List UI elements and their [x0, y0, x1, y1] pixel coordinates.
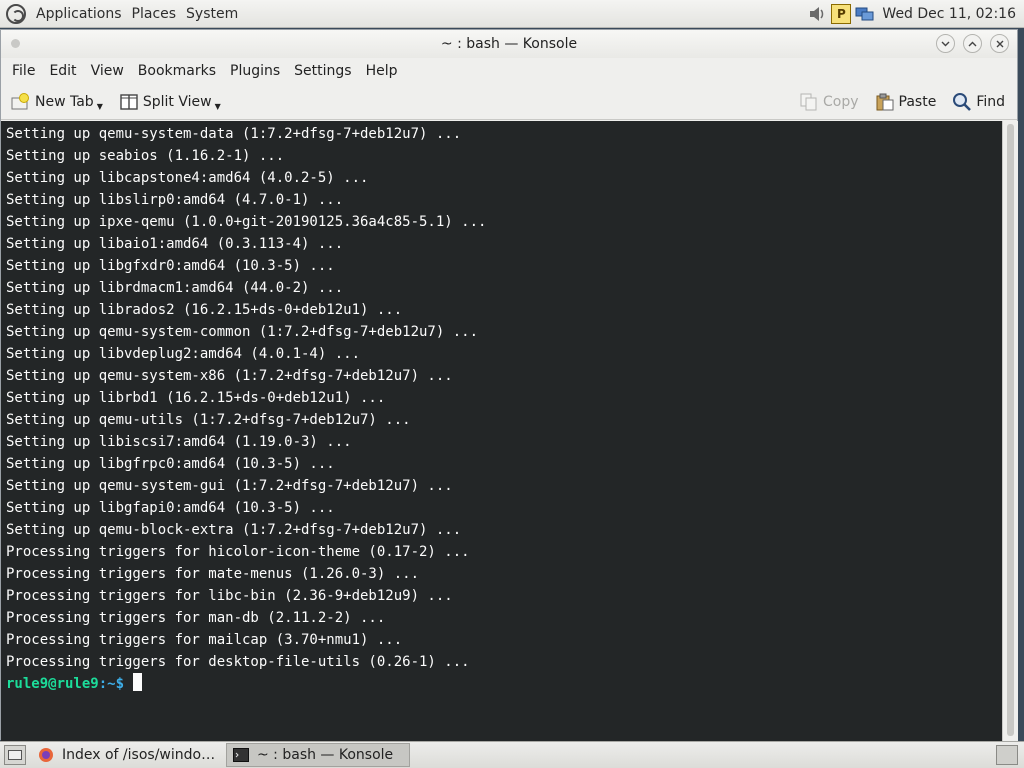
close-button[interactable] [990, 34, 1009, 53]
p-indicator-icon[interactable]: P [831, 3, 852, 24]
konsole-window: ~ : bash — Konsole File Edit View Bookma… [0, 29, 1018, 741]
terminal-line: Processing triggers for libc-bin (2.36-9… [6, 588, 453, 604]
menu-system[interactable]: System [181, 6, 243, 22]
find-label: Find [976, 93, 1005, 110]
terminal-line: Processing triggers for hicolor-icon-the… [6, 544, 470, 560]
close-icon [996, 40, 1003, 47]
minimize-button[interactable] [936, 34, 955, 53]
menu-applications[interactable]: Applications [31, 6, 127, 22]
task-konsole[interactable]: ~ : bash — Konsole [226, 743, 410, 767]
terminal-line: Setting up libaio1:amd64 (0.3.113-4) ... [6, 236, 344, 252]
task-label: ~ : bash — Konsole [257, 747, 394, 763]
network-icon[interactable] [855, 4, 875, 24]
caret-down-icon: ▼ [214, 102, 221, 111]
new-tab-icon [11, 92, 31, 111]
terminal-line: Setting up ipxe-qemu (1.0.0+git-20190125… [6, 214, 487, 230]
chevron-down-icon [941, 41, 950, 46]
terminal-view[interactable]: Setting up qemu-system-data (1:7.2+dfsg-… [1, 121, 1002, 741]
terminal-line: Setting up librdmacm1:amd64 (44.0-2) ... [6, 280, 344, 296]
menu-help[interactable]: Help [359, 63, 405, 79]
new-tab-label: New Tab [35, 93, 94, 110]
terminal-line: Setting up seabios (1.16.2-1) ... [6, 148, 285, 164]
clock[interactable]: Wed Dec 11, 02:16 [877, 6, 1024, 22]
terminal-line: Setting up libcapstone4:amd64 (4.0.2-5) … [6, 170, 369, 186]
menu-file[interactable]: File [5, 63, 42, 79]
split-view-icon [119, 93, 139, 111]
menu-settings[interactable]: Settings [287, 63, 358, 79]
toolbar: New Tab ▼ Split View ▼ Copy Paste Find [1, 84, 1017, 120]
paste-icon [875, 93, 895, 111]
terminal-icon [233, 747, 249, 763]
terminal-line: Setting up qemu-system-x86 (1:7.2+dfsg-7… [6, 368, 453, 384]
find-button[interactable]: Find [948, 92, 1009, 111]
task-firefox[interactable]: Index of /isos/window... [32, 743, 222, 767]
terminal-line: Setting up libvdeplug2:amd64 (4.0.1-4) .… [6, 346, 361, 362]
terminal-line: Setting up qemu-system-common (1:7.2+dfs… [6, 324, 479, 340]
prompt-user: rule9@rule9 [6, 676, 99, 692]
prompt-path: :~$ [98, 676, 125, 692]
terminal-line: Setting up qemu-system-gui (1:7.2+dfsg-7… [6, 478, 453, 494]
terminal-line: Setting up libgfapi0:amd64 (10.3-5) ... [6, 500, 335, 516]
terminal-scrollbar[interactable] [1002, 121, 1018, 741]
titlebar[interactable]: ~ : bash — Konsole [1, 30, 1017, 58]
task-label: Index of /isos/window... [62, 747, 216, 763]
menu-plugins[interactable]: Plugins [223, 63, 287, 79]
paste-label: Paste [898, 93, 937, 110]
terminal-line: Setting up qemu-utils (1:7.2+dfsg-7+deb1… [6, 412, 411, 428]
window-title: ~ : bash — Konsole [440, 36, 578, 52]
copy-button[interactable]: Copy [795, 93, 863, 111]
menu-edit[interactable]: Edit [42, 63, 83, 79]
menu-places[interactable]: Places [127, 6, 182, 22]
maximize-button[interactable] [963, 34, 982, 53]
terminal-line: Setting up libgfrpc0:amd64 (10.3-5) ... [6, 456, 335, 472]
menu-bookmarks[interactable]: Bookmarks [131, 63, 223, 79]
firefox-icon [38, 747, 54, 763]
terminal-line: Processing triggers for desktop-file-uti… [6, 654, 470, 670]
window-menu-icon[interactable] [11, 39, 20, 48]
terminal-line: Setting up libiscsi7:amd64 (1.19.0-3) ..… [6, 434, 352, 450]
distro-logo-icon[interactable] [6, 3, 26, 24]
terminal-line: Processing triggers for mate-menus (1.26… [6, 566, 420, 582]
terminal-prompt[interactable]: rule9@rule9:~$ [6, 673, 1002, 695]
terminal-line: Processing triggers for man-db (2.11.2-2… [6, 610, 386, 626]
toolbar-right-group: Copy Paste Find [795, 92, 1017, 111]
text-cursor [133, 673, 143, 691]
terminal-line: Setting up libgfxdr0:amd64 (10.3-5) ... [6, 258, 335, 274]
taskbar: Index of /isos/window... ~ : bash — Kons… [0, 741, 1024, 768]
new-tab-button[interactable]: New Tab ▼ [7, 92, 107, 111]
search-icon [952, 92, 972, 111]
terminal-line: Setting up qemu-block-extra (1:7.2+dfsg-… [6, 522, 462, 538]
window-controls [936, 34, 1009, 53]
terminal-output: Setting up qemu-system-data (1:7.2+dfsg-… [1, 121, 1002, 695]
paste-button[interactable]: Paste [871, 93, 941, 111]
scrollbar-handle[interactable] [1007, 124, 1014, 736]
caret-down-icon: ▼ [96, 102, 103, 111]
terminal-line: Setting up librados2 (16.2.15+ds-0+deb12… [6, 302, 403, 318]
chevron-up-icon [968, 41, 977, 46]
desktop-icon [8, 750, 22, 760]
terminal-line: Setting up qemu-system-data (1:7.2+dfsg-… [6, 126, 462, 142]
copy-icon [799, 93, 819, 111]
workspace-switcher[interactable] [996, 745, 1018, 765]
terminal-line: Setting up libslirp0:amd64 (4.7.0-1) ... [6, 192, 344, 208]
menubar: File Edit View Bookmarks Plugins Setting… [1, 58, 1017, 84]
terminal-line: Setting up librbd1 (16.2.15+ds-0+deb12u1… [6, 390, 386, 406]
copy-label: Copy [823, 93, 859, 110]
split-view-button[interactable]: Split View ▼ [115, 93, 225, 111]
top-panel: Applications Places System P Wed Dec 11,… [0, 0, 1024, 28]
speaker-icon[interactable] [807, 4, 827, 24]
menu-view[interactable]: View [84, 63, 131, 79]
show-desktop-button[interactable] [4, 745, 26, 765]
split-view-label: Split View [142, 93, 212, 110]
terminal-line: Processing triggers for mailcap (3.70+nm… [6, 632, 403, 648]
